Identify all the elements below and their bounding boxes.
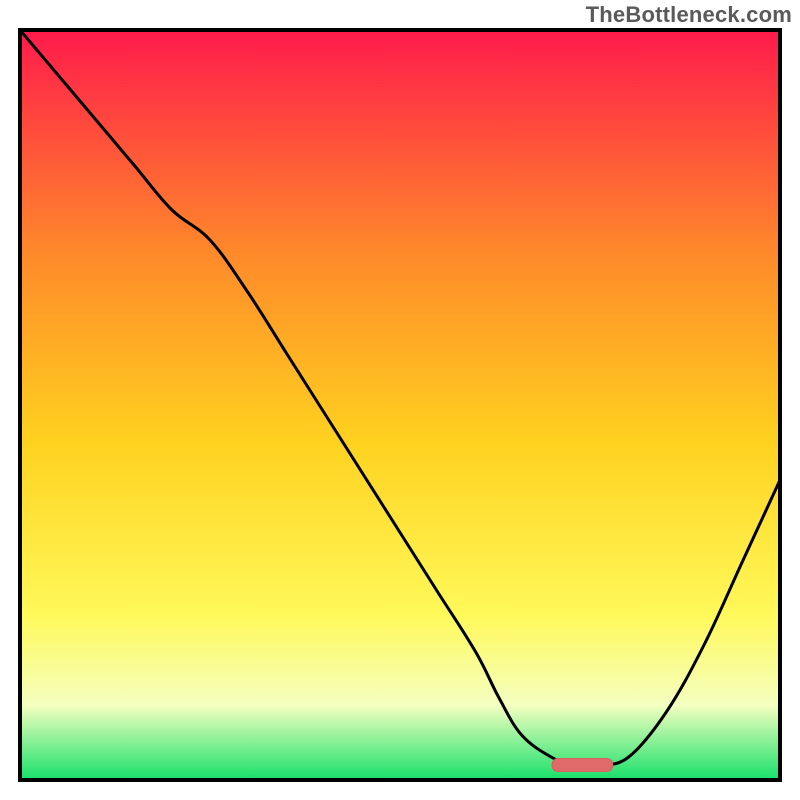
chart-container: TheBottleneck.com	[0, 0, 800, 800]
watermark-text: TheBottleneck.com	[586, 2, 792, 28]
optimal-marker	[552, 759, 613, 772]
bottleneck-chart	[0, 0, 800, 800]
plot-area	[20, 30, 780, 780]
plot-background	[20, 30, 780, 780]
